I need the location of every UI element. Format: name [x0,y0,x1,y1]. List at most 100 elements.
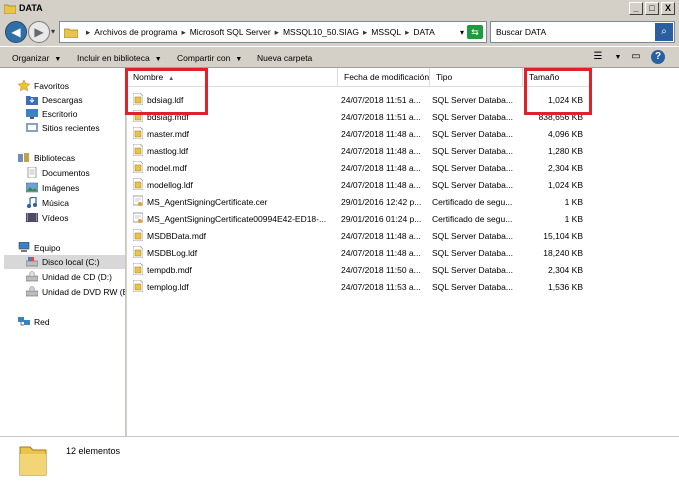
nav-label: Unidad de CD (D:) [42,272,112,282]
nav-label: Escritorio [42,109,78,119]
nav-label: Vídeos [42,213,69,223]
new-folder-button[interactable]: Nueva carpeta [257,53,312,63]
recent-pages-dropdown[interactable]: ▾ [51,27,55,36]
forward-button[interactable]: ▶ [28,21,50,43]
db-file-icon [133,127,143,139]
nav-recent-places[interactable]: Sitios recientes [26,121,100,135]
table-row[interactable]: modellog.ldf 24/07/2018 11:48 a... SQL Ser… [127,177,679,194]
star-icon [18,80,30,91]
breadcrumb-separator[interactable]: ▸ [363,27,367,37]
minimize-button[interactable]: _ [629,2,643,15]
nav-label: Equipo [34,243,61,253]
table-row[interactable]: MS_AgentSigningCertificate00994E42-ED18-… [127,211,679,228]
search-button[interactable]: ⌕ [655,23,673,41]
preview-pane-button[interactable]: ▭ [628,50,644,64]
share-label: Compartir con [177,53,231,63]
file-name: model.mdf [133,160,333,177]
breadcrumb-separator[interactable]: ▸ [181,27,185,37]
nav-libraries[interactable]: Bibliotecas [18,151,75,165]
command-bar: Organizar ▼ Incluir en biblioteca ▼ Compar… [0,46,679,68]
chevron-down-icon: ▼ [154,56,162,63]
table-row[interactable]: bdsiag.mdf 24/07/2018 11:51 a... SQL Serve… [127,109,679,126]
view-dropdown[interactable]: ▼ [610,50,626,64]
search-input[interactable]: Buscar DATA ⌕ [490,21,675,43]
nav-dvd-drive-e[interactable]: Unidad de DVD RW (E: [26,285,125,299]
file-date: 24/07/2018 11:48 a... [341,180,421,190]
share-with-button[interactable]: Compartir con ▼ [177,53,242,63]
refresh-button[interactable]: ⇆ [467,25,483,39]
table-row[interactable]: master.mdf 24/07/2018 11:48 a... SQL Serve… [127,126,679,143]
db-file-icon [133,280,143,292]
file-size: 1,536 KB [548,282,583,292]
nav-network[interactable]: Red [18,315,50,329]
file-name-text: modellog.ldf [147,180,193,190]
table-row[interactable]: MS_AgentSigningCertificate.cer 29/01/2016… [127,194,679,211]
videos-icon [26,213,38,222]
file-name: master.mdf [133,126,333,143]
nav-label: Favoritos [34,81,69,91]
nav-videos[interactable]: Vídeos [26,211,68,225]
file-name-text: model.mdf [147,163,187,173]
nav-music[interactable]: Música [26,196,69,210]
dvd-drive-icon [26,286,38,297]
table-row[interactable]: mastlog.ldf 24/07/2018 11:48 a... SQL Serv… [127,143,679,160]
nav-label: Disco local (C:) [42,257,100,267]
column-header-type[interactable]: Tipo [430,68,523,87]
organize-button[interactable]: Organizar ▼ [12,53,61,63]
file-date: 29/01/2016 12:42 p... [341,197,422,207]
breadcrumb-separator[interactable]: ▸ [275,27,279,37]
file-size: 4,096 KB [548,129,583,139]
breadcrumb-separator[interactable]: ▸ [405,27,409,37]
file-size: 15,104 KB [543,231,583,241]
file-name-text: mastlog.ldf [147,146,189,156]
item-count: 12 elementos [66,446,121,456]
file-date: 24/07/2018 11:51 a... [341,95,421,105]
include-in-library-button[interactable]: Incluir en biblioteca ▼ [77,53,162,63]
nav-computer[interactable]: Equipo [18,241,60,255]
help-button[interactable]: ? [651,50,665,64]
recent-places-icon [26,123,38,132]
close-button[interactable]: X [661,2,675,15]
breadcrumb-item[interactable]: Microsoft SQL Server [190,27,271,37]
nav-cd-drive-d[interactable]: Unidad de CD (D:) [26,270,112,284]
nav-images[interactable]: Imágenes [26,181,79,195]
desktop-icon [26,109,38,119]
nav-favorites[interactable]: Favoritos [18,79,69,93]
table-row[interactable]: bdsiag.ldf 24/07/2018 11:51 a... SQL Serve… [127,92,679,109]
file-type: SQL Server Databa... [432,112,513,122]
chevron-down-icon: ▼ [54,56,62,63]
file-name-text: MSDBData.mdf [147,231,207,241]
breadcrumb-item[interactable]: MSSQL10_50.SIAG [283,27,359,37]
chevron-down-icon: ▼ [614,54,622,61]
file-name: mastlog.ldf [133,143,333,160]
folder-icon [64,28,78,38]
table-row[interactable]: MSDBLog.ldf 24/07/2018 11:48 a... SQL Serv… [127,245,679,262]
nav-documents[interactable]: Documentos [26,166,90,180]
view-options-button[interactable]: ☰ [590,50,606,64]
file-name: templog.ldf [133,279,333,296]
breadcrumb-item[interactable]: MSSQL [371,27,401,37]
nav-desktop[interactable]: Escritorio [26,107,77,121]
table-row[interactable]: MSDBData.mdf 24/07/2018 11:48 a... SQL Ser… [127,228,679,245]
search-icon: ⌕ [661,26,667,37]
certificate-icon [133,195,143,206]
music-icon [27,197,37,208]
file-size: 2,304 KB [548,265,583,275]
nav-local-disk-c[interactable]: Disco local (C:) [4,255,125,269]
table-row[interactable]: model.mdf 24/07/2018 11:48 a... SQL Server… [127,160,679,177]
breadcrumb-item[interactable]: DATA [413,27,434,37]
column-header-date[interactable]: Fecha de modificación [338,68,430,87]
libraries-icon [18,153,29,162]
nav-downloads[interactable]: Descargas [26,93,83,107]
navigation-pane: Favoritos Descargas Escritorio Sitios re… [0,68,126,436]
address-bar[interactable]: ▸ Archivos de programa ▸ Microsoft SQL Serv… [59,21,487,43]
maximize-button[interactable]: □ [645,2,659,15]
table-row[interactable]: templog.ldf 24/07/2018 11:53 a... SQL Serv… [127,279,679,296]
file-name: MS_AgentSigningCertificate.cer [133,194,333,211]
table-row[interactable]: tempdb.mdf 24/07/2018 11:50 a... SQL Serve… [127,262,679,279]
back-button[interactable]: ◀ [5,21,27,43]
breadcrumb-item[interactable]: Archivos de programa [94,27,177,37]
file-type: SQL Server Databa... [432,282,513,292]
file-date: 24/07/2018 11:53 a... [341,282,421,292]
address-dropdown[interactable]: ▾ [460,28,464,37]
